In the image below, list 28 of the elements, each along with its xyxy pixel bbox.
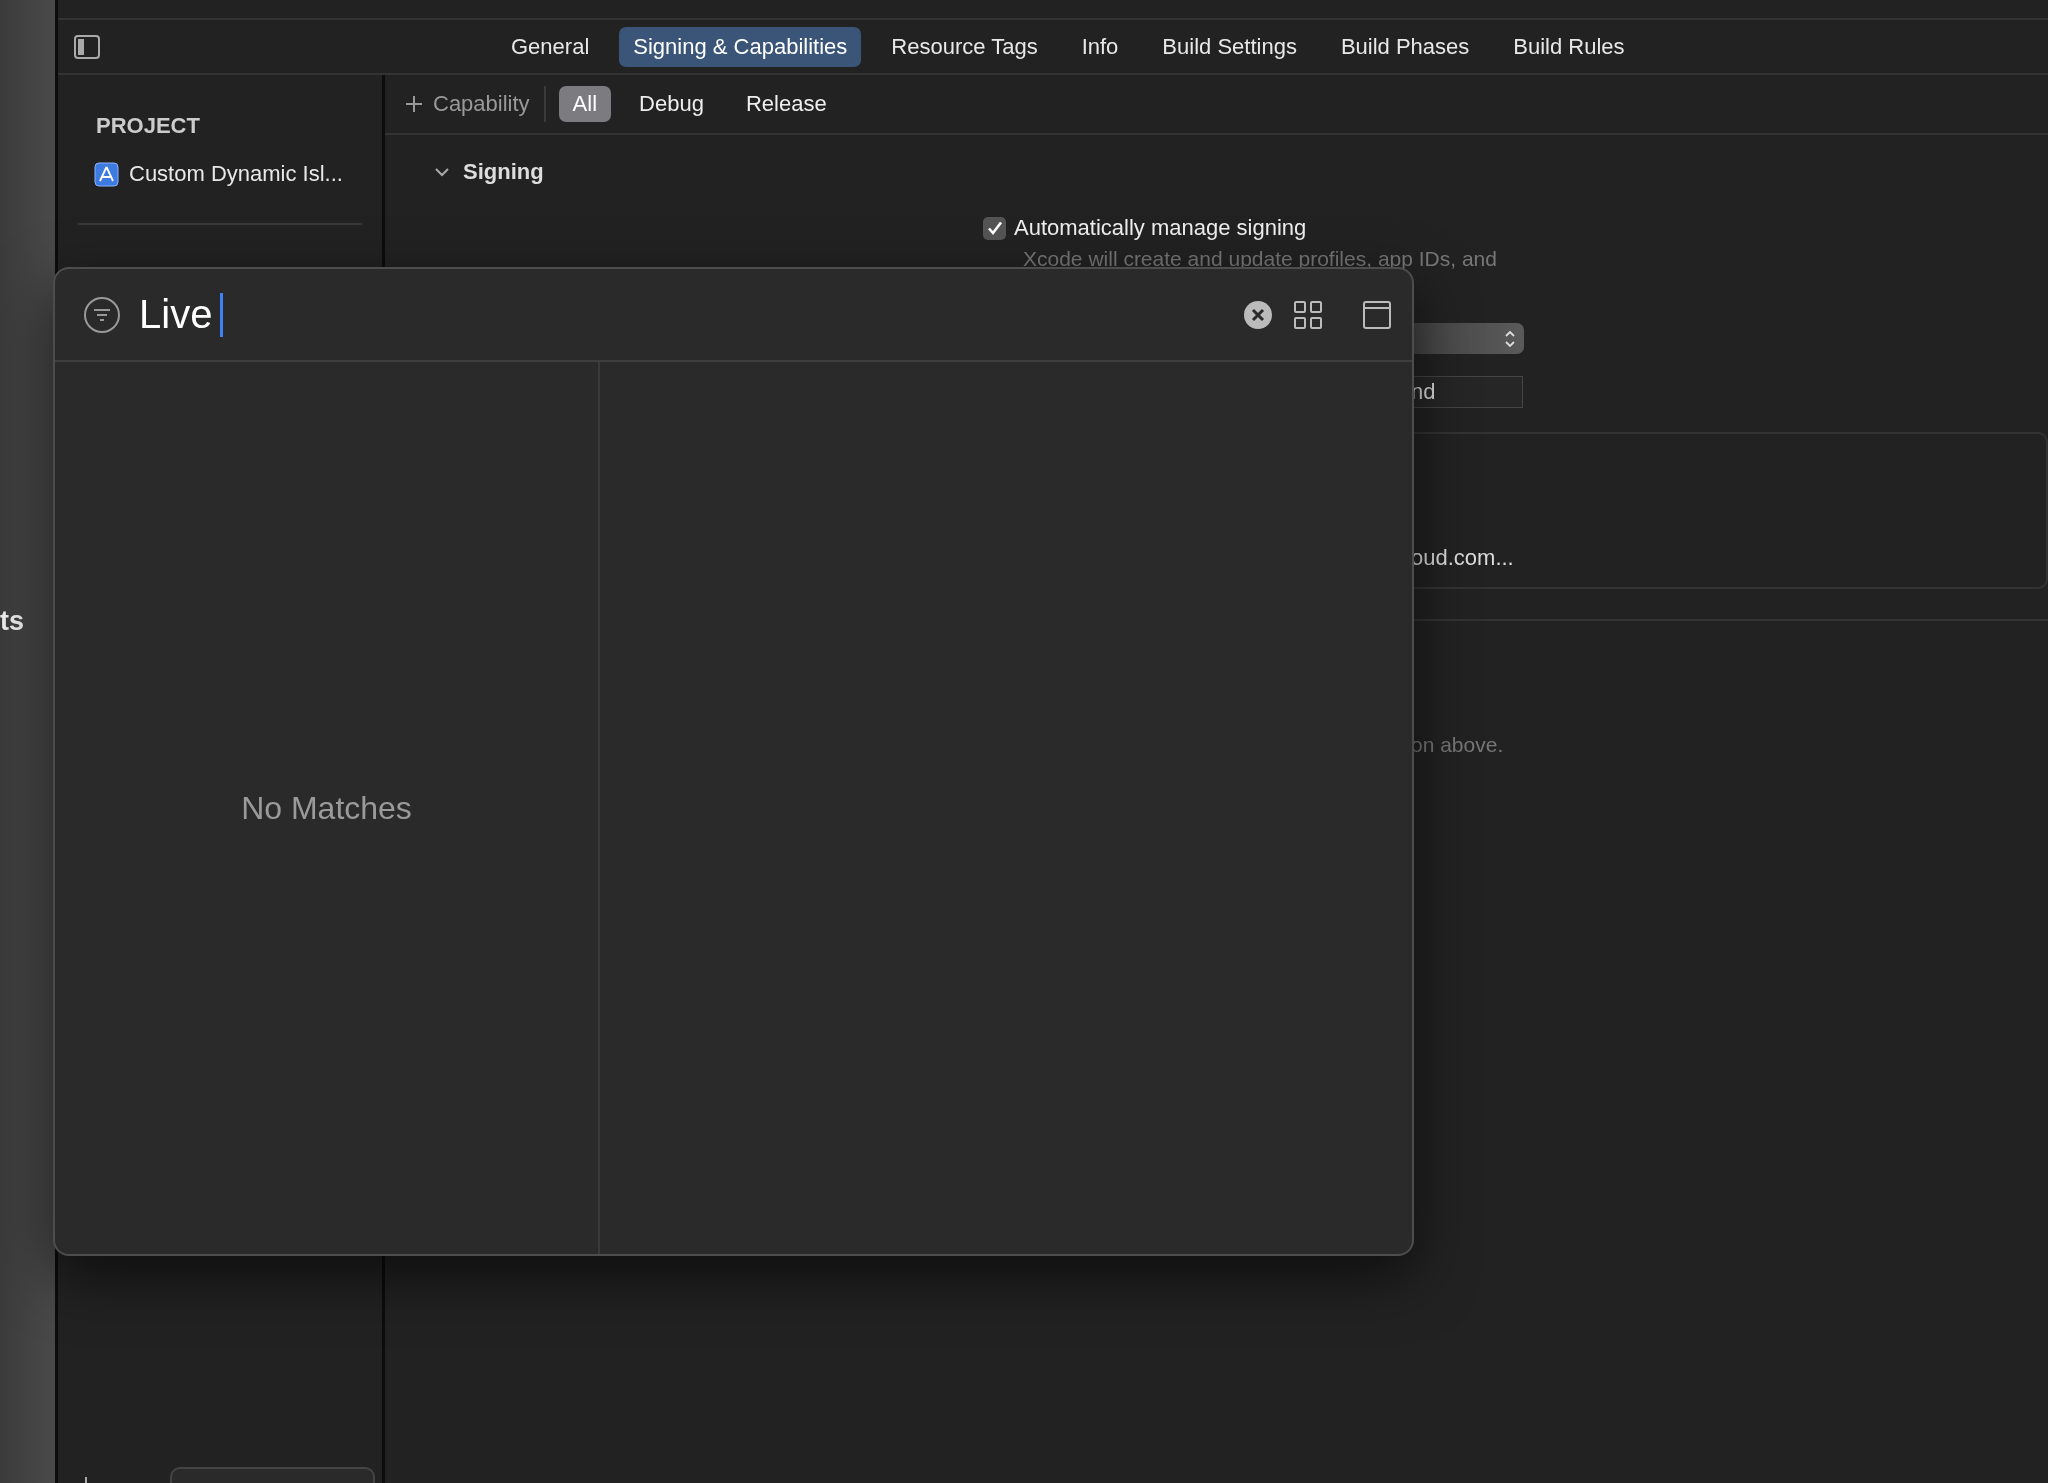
search-field[interactable]: Live [139,292,213,337]
tab[interactable]: Signing & Capabilities [619,26,862,67]
tab[interactable]: Build Phases [1326,26,1484,67]
filter-icon[interactable] [83,295,121,334]
section-title: Signing [463,159,544,185]
clear-icon[interactable] [1242,298,1274,331]
tab[interactable]: Resource Tags [877,26,1052,67]
empty-state-text: No Matches [241,789,412,827]
sidebar-label: ts [0,606,25,637]
checkbox-label: Automatically manage signing [1014,215,1307,241]
app-icon [94,161,119,187]
configuration-tab[interactable]: All [558,86,612,122]
account-text: oud.com... [1411,545,1514,571]
add-capability-button[interactable]: Capability [405,86,546,122]
up-down-arrows-icon [1504,328,1516,349]
tab[interactable]: Build Rules [1499,26,1639,67]
project-item[interactable]: Custom Dynamic Isl... [129,161,343,187]
section-header: PROJECT [96,113,201,139]
plus-icon [405,95,423,113]
tab[interactable]: Info [1067,26,1133,67]
configuration-tab[interactable]: Release [731,86,841,122]
grid-icon[interactable] [1292,298,1324,331]
sidebar-toggle-icon[interactable] [73,32,101,61]
window-icon[interactable] [1362,299,1392,330]
checkbox[interactable] [983,216,1006,240]
tab[interactable]: Build Settings [1148,26,1311,67]
tab[interactable]: General [497,26,604,67]
configuration-tab[interactable]: Debug [625,86,718,122]
